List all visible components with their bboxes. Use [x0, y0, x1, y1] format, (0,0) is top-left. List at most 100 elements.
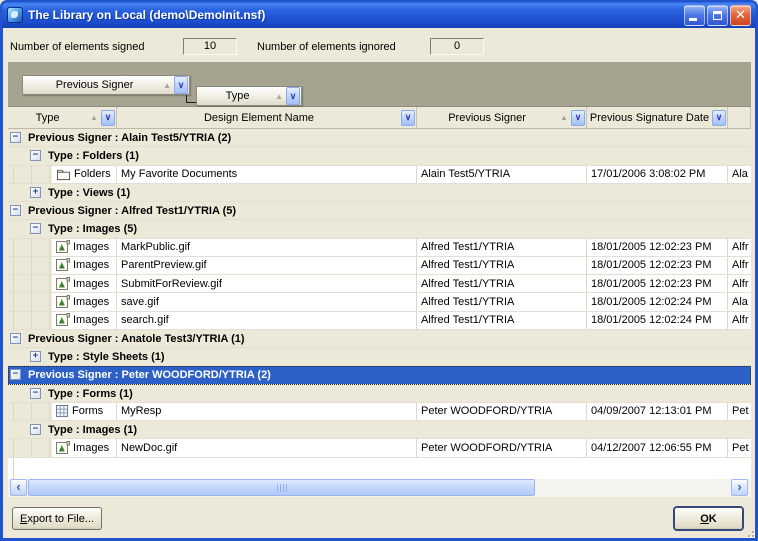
export-to-file-button[interactable]: Export to File... — [12, 507, 102, 530]
group-chip-label: Previous Signer — [23, 79, 160, 91]
cell-current-signer-truncated: Ala — [728, 166, 751, 183]
cell-previous-signer: Peter WOODFORD/YTRIA — [417, 403, 587, 420]
group-row-type[interactable]: −Type : Images (1) — [8, 421, 751, 439]
cell-type-text: Forms — [72, 405, 103, 417]
column-filter-dropdown[interactable]: ∨ — [101, 110, 115, 126]
group-row-label: Type : Style Sheets (1) — [48, 351, 165, 363]
column-header-previous-signature-date[interactable]: Previous Signature Date∨ — [587, 107, 728, 128]
collapse-icon[interactable]: − — [30, 150, 41, 161]
table-row[interactable]: FormsMyRespPeter WOODFORD/YTRIA04/09/200… — [8, 403, 751, 421]
cell-type-text: Images — [73, 442, 109, 454]
collapse-icon[interactable]: − — [30, 223, 41, 234]
folder-icon — [56, 168, 71, 181]
cell-previous-signer: Alain Test5/YTRIA — [417, 166, 587, 183]
group-row-type[interactable]: + Type : Style Sheets (1) — [8, 348, 751, 366]
chevron-down-icon: ∨ — [290, 92, 297, 101]
image-icon — [56, 277, 70, 291]
sort-asc-icon: ▲ — [275, 92, 283, 101]
group-row-previous-signer[interactable]: −Previous Signer : Alain Test5/YTRIA (2) — [8, 129, 751, 147]
minimize-icon — [689, 18, 697, 21]
group-row-label: Previous Signer : Alain Test5/YTRIA (2) — [28, 132, 231, 144]
cell-type-text: Images — [73, 278, 109, 290]
collapse-icon[interactable]: − — [10, 369, 21, 380]
indent-guide — [13, 293, 14, 310]
group-row-type[interactable]: +Type : Views (1) — [8, 184, 751, 202]
maximize-icon — [713, 11, 722, 20]
group-chip-label: Type — [197, 90, 272, 102]
horizontal-scrollbar[interactable]: ‹ › — [8, 479, 751, 497]
cell-type: Images — [52, 293, 117, 310]
scroll-right-arrow[interactable]: › — [731, 479, 748, 496]
cell-design-element-name: save.gif — [117, 293, 417, 310]
table-row[interactable]: ImagesMarkPublic.gifAlfred Test1/YTRIA18… — [8, 239, 751, 257]
group-chip-dropdown[interactable]: ∨ — [286, 87, 300, 105]
empty-rows-area — [8, 458, 751, 480]
indent-guide — [31, 239, 32, 256]
indent-guide — [31, 257, 32, 274]
table-row[interactable]: ImagesSubmitForReview.gifAlfred Test1/YT… — [8, 275, 751, 293]
column-header-stub[interactable] — [728, 107, 751, 128]
resize-grip[interactable] — [742, 525, 754, 537]
group-row-previous-signer[interactable]: −Previous Signer : Alfred Test1/YTRIA (5… — [8, 202, 751, 220]
close-button[interactable]: ✕ — [730, 5, 751, 26]
column-filter-dropdown[interactable]: ∨ — [571, 110, 585, 126]
table-row[interactable]: ImagesParentPreview.gifAlfred Test1/YTRI… — [8, 257, 751, 275]
indent-guide — [31, 293, 32, 310]
group-chip-type[interactable]: Type ▲ ∨ — [196, 86, 302, 106]
cell-design-element-name: search.gif — [117, 312, 417, 329]
cell-previous-signature-date: 17/01/2006 3:08:02 PM — [587, 166, 728, 183]
collapse-icon[interactable]: − — [10, 205, 21, 216]
table-row[interactable]: ImagesNewDoc.gifPeter WOODFORD/YTRIA04/1… — [8, 439, 751, 457]
group-chip-dropdown[interactable]: ∨ — [174, 76, 188, 94]
table-row[interactable]: FoldersMy Favorite DocumentsAlain Test5/… — [8, 166, 751, 184]
chevron-down-icon: ∨ — [178, 81, 185, 90]
cell-previous-signer: Peter WOODFORD/YTRIA — [417, 439, 587, 456]
app-icon[interactable] — [7, 7, 23, 23]
group-row-type[interactable]: −Type : Images (5) — [8, 220, 751, 238]
sort-asc-icon: ▲ — [560, 113, 568, 122]
group-row-previous-signer[interactable]: −Previous Signer : Peter WOODFORD/YTRIA … — [8, 366, 751, 384]
cell-previous-signer-text: Alfred Test1/YTRIA — [421, 296, 514, 308]
cell-current-signer-truncated-text: Alfr — [732, 259, 749, 271]
expand-icon[interactable]: + — [30, 187, 41, 198]
cell-type-text: Images — [73, 296, 109, 308]
collapse-icon[interactable]: − — [10, 132, 21, 143]
collapse-icon[interactable]: − — [30, 388, 41, 399]
indent-guide — [31, 275, 32, 292]
group-row-type[interactable]: −Type : Forms (1) — [8, 385, 751, 403]
collapse-icon[interactable]: − — [30, 424, 41, 435]
scroll-left-arrow[interactable]: ‹ — [10, 479, 27, 496]
cell-previous-signature-date: 18/01/2005 12:02:24 PM — [587, 312, 728, 329]
group-row-previous-signer[interactable]: −Previous Signer : Anatole Test3/YTRIA (… — [8, 330, 751, 348]
collapse-icon[interactable]: − — [10, 333, 21, 344]
minimize-button[interactable] — [684, 5, 705, 26]
cell-design-element-name-text: SubmitForReview.gif — [121, 278, 222, 290]
indent-guide — [31, 403, 32, 420]
column-filter-dropdown[interactable]: ∨ — [401, 110, 415, 126]
image-icon — [56, 295, 70, 309]
scrollbar-thumb[interactable] — [28, 479, 535, 496]
table-row[interactable]: Imagessave.gifAlfred Test1/YTRIA18/01/20… — [8, 293, 751, 311]
sort-asc-icon: ▲ — [163, 81, 171, 90]
maximize-button[interactable] — [707, 5, 728, 26]
table-row[interactable]: Imagessearch.gifAlfred Test1/YTRIA18/01/… — [8, 312, 751, 330]
column-header-previous-signer[interactable]: Previous Signer▲∨ — [417, 107, 587, 128]
cell-type: Folders — [52, 166, 117, 183]
group-chip-previous-signer[interactable]: Previous Signer ▲ ∨ — [22, 75, 190, 95]
ok-button[interactable]: OK — [674, 507, 743, 530]
indent-guide — [49, 239, 50, 256]
image-icon — [56, 240, 70, 254]
expand-icon[interactable]: + — [30, 351, 41, 362]
group-by-band: Previous Signer ▲ ∨ Type ▲ ∨ — [8, 62, 751, 107]
cell-previous-signature-date: 18/01/2005 12:02:23 PM — [587, 239, 728, 256]
column-header-type[interactable]: Type▲∨ — [8, 107, 117, 128]
indent-guide — [13, 458, 14, 480]
group-row-type[interactable]: −Type : Folders (1) — [8, 147, 751, 165]
column-header-design-element-name[interactable]: Design Element Name∨ — [117, 107, 417, 128]
column-filter-dropdown[interactable]: ∨ — [712, 110, 726, 126]
cell-type: Images — [52, 239, 117, 256]
form-icon — [56, 405, 69, 418]
cell-type: Images — [52, 439, 117, 456]
group-row-label: Type : Images (1) — [48, 424, 137, 436]
ignored-count-label: Number of elements ignored — [257, 41, 396, 53]
